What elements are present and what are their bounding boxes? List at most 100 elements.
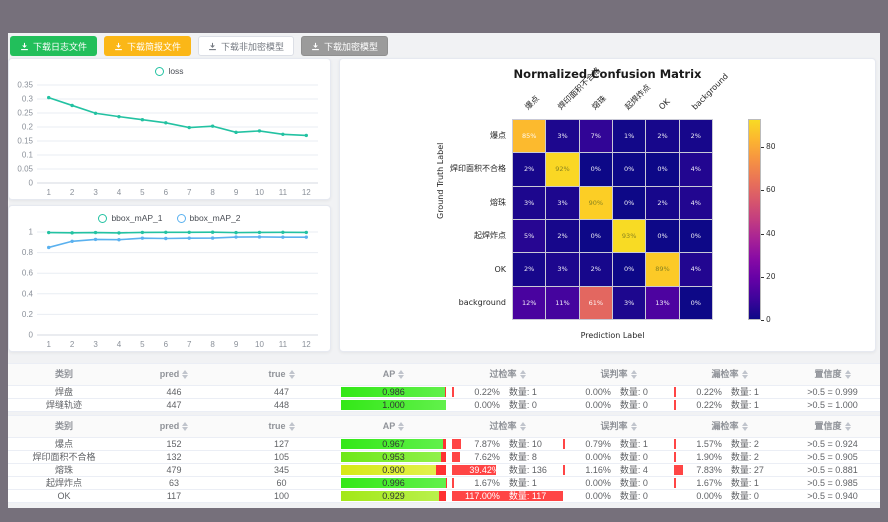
col-header-pred[interactable]: pred — [120, 364, 228, 385]
col-header-conf[interactable]: 置信度 — [785, 364, 880, 385]
matrix-cell: 3% — [546, 253, 578, 285]
sort-caret-icon[interactable] — [845, 422, 851, 431]
download-log-button[interactable]: 下载日志文件 — [10, 36, 97, 56]
rate-count: 数量: 1 — [620, 438, 666, 450]
sort-caret-icon[interactable] — [631, 422, 637, 431]
col-header-true[interactable]: true — [228, 364, 335, 385]
rate-count: 数量: 0 — [509, 399, 555, 411]
cell-true: 447 — [228, 386, 335, 398]
cell-conf: >0.5 = 0.881 — [785, 464, 880, 476]
col-header-over[interactable]: 过检率 — [452, 364, 563, 385]
download-report-button[interactable]: 下载简报文件 — [104, 36, 191, 56]
sort-caret-icon[interactable] — [742, 422, 748, 431]
svg-text:0.3: 0.3 — [22, 95, 34, 104]
svg-text:11: 11 — [279, 188, 288, 197]
rate-bar — [674, 452, 676, 462]
matrix-row-label: 起焊炸点 — [342, 231, 506, 241]
col-header-ap[interactable]: AP — [335, 416, 452, 437]
svg-text:4: 4 — [117, 340, 122, 349]
rate-count: 数量: 10 — [509, 438, 555, 450]
chart-legend: loss — [9, 59, 330, 79]
download-button-label: 下载简报文件 — [127, 40, 181, 53]
svg-text:12: 12 — [302, 340, 311, 349]
matrix-cell: 4% — [680, 153, 712, 185]
sort-caret-icon[interactable] — [398, 422, 404, 431]
svg-text:8: 8 — [210, 340, 215, 349]
rate-percent: 1.67% — [682, 477, 722, 489]
rate-bar — [563, 439, 565, 449]
matrix-cell: 3% — [546, 187, 578, 219]
rate-count: 数量: 0 — [620, 451, 666, 463]
col-header-conf[interactable]: 置信度 — [785, 416, 880, 437]
col-header-mis[interactable]: 误判率 — [563, 364, 674, 385]
table-header-row: 类别predtrueAP过检率误判率漏检率置信度 — [8, 416, 880, 438]
sort-caret-icon[interactable] — [845, 370, 851, 379]
col-header-label: true — [268, 364, 285, 385]
sort-caret-icon[interactable] — [520, 422, 526, 431]
svg-text:0.05: 0.05 — [17, 165, 33, 174]
matrix-cell: 3% — [546, 120, 578, 152]
svg-text:9: 9 — [234, 340, 239, 349]
ap-bar: 1.000 — [341, 400, 446, 410]
table-row: OK1171000.929117.00%数量: 1170.00%数量: 00.0… — [8, 490, 880, 503]
ap-bar: 0.953 — [341, 452, 446, 462]
sort-caret-icon[interactable] — [182, 422, 188, 431]
legend-item-bbox_mAP_1[interactable]: bbox_mAP_1 — [98, 213, 162, 223]
matrix-cell: 3% — [513, 187, 545, 219]
cell-pred: 117 — [120, 490, 228, 502]
download-button-row: 下载日志文件 下载简报文件 下载非加密模型下载加密模型 — [10, 36, 388, 56]
colorbar-tick — [761, 147, 764, 148]
cell-true: 448 — [228, 399, 335, 411]
cell-pred: 132 — [120, 451, 228, 463]
table-row: 焊印面积不合格1321050.9537.62%数量: 80.00%数量: 01.… — [8, 451, 880, 464]
rate-count: 数量: 117 — [509, 490, 555, 502]
sort-caret-icon[interactable] — [398, 370, 404, 379]
legend-item-bbox_mAP_2[interactable]: bbox_mAP_2 — [177, 213, 241, 223]
ap-bar: 0.900 — [341, 465, 446, 475]
svg-text:0.2: 0.2 — [22, 310, 34, 319]
sort-caret-icon[interactable] — [182, 370, 188, 379]
col-header-miss[interactable]: 漏检率 — [674, 416, 785, 437]
rate-count: 数量: 1 — [509, 477, 555, 489]
download-unencrypted-model-button[interactable]: 下载非加密模型 — [198, 36, 294, 56]
rate-percent: 7.83% — [682, 464, 722, 476]
col-header-pred[interactable]: pred — [120, 416, 228, 437]
col-header-label: 误判率 — [600, 364, 627, 385]
bbox_mAP_1-line — [49, 232, 307, 233]
svg-text:0: 0 — [29, 331, 34, 340]
download-encrypted-model-button[interactable]: 下载加密模型 — [301, 36, 388, 56]
col-header-over[interactable]: 过检率 — [452, 416, 563, 437]
col-header-ap[interactable]: AP — [335, 364, 452, 385]
legend-item-loss[interactable]: loss — [155, 66, 183, 76]
col-header-miss[interactable]: 漏检率 — [674, 364, 785, 385]
cell-name: 焊印面积不合格 — [8, 451, 120, 463]
cell-pred: 63 — [120, 477, 228, 489]
rate-percent: 1.57% — [682, 438, 722, 450]
svg-text:7: 7 — [187, 340, 192, 349]
legend-label: bbox_mAP_2 — [190, 213, 241, 223]
cell-pred: 446 — [120, 386, 228, 398]
rate-count: 数量: 1 — [731, 399, 777, 411]
svg-text:10: 10 — [255, 340, 264, 349]
sort-caret-icon[interactable] — [289, 370, 295, 379]
confusion-matrix-grid: 85%3%7%1%2%2%2%92%0%0%0%4%3%3%90%0%2%4%5… — [512, 119, 713, 320]
matrix-cell: 0% — [580, 153, 612, 185]
sort-caret-icon[interactable] — [742, 370, 748, 379]
col-header-true[interactable]: true — [228, 416, 335, 437]
rate-percent: 0.00% — [571, 451, 611, 463]
cell-conf: >0.5 = 0.999 — [785, 386, 880, 398]
colorbar — [748, 119, 761, 320]
col-header-mis[interactable]: 误判率 — [563, 416, 674, 437]
sort-caret-icon[interactable] — [631, 370, 637, 379]
matrix-cell: 2% — [546, 220, 578, 252]
sort-caret-icon[interactable] — [520, 370, 526, 379]
sort-caret-icon[interactable] — [289, 422, 295, 431]
matrix-cell: 90% — [580, 187, 612, 219]
rate-percent: 1.90% — [682, 451, 722, 463]
cell-true: 100 — [228, 490, 335, 502]
cell-ap: 0.986 — [335, 386, 452, 398]
ap-value: 0.996 — [341, 478, 446, 488]
matrix-cell: 3% — [613, 287, 645, 319]
loss-line — [49, 98, 307, 136]
svg-text:0.4: 0.4 — [22, 289, 34, 298]
